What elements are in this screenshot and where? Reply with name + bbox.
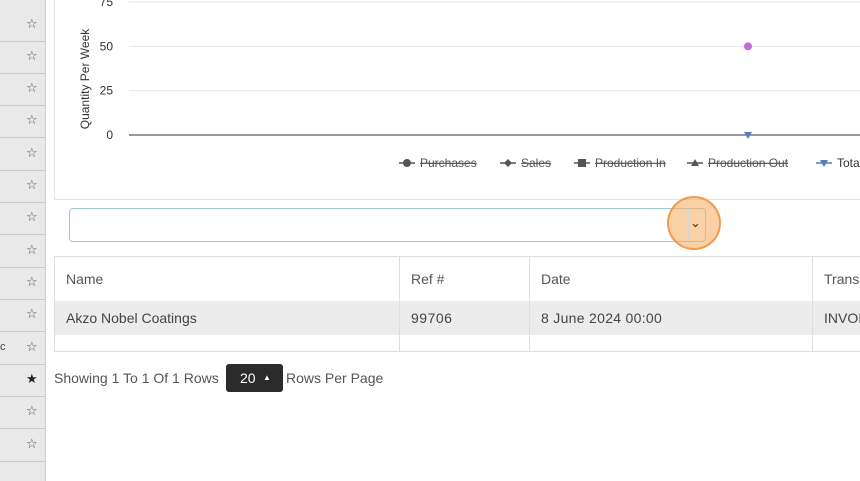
y-tick-label: 50	[100, 39, 114, 53]
chart: 0 25 50 75 Quantity Per Week Purchases Sales Pr…	[78, 0, 860, 170]
pagination-summary: Showing 1 To 1 Of 1 Rows	[54, 370, 219, 386]
sidebar-item[interactable]: ☆	[0, 300, 46, 332]
star-outline-icon[interactable]: ☆	[26, 276, 38, 290]
caret-up-icon: ▲	[263, 373, 271, 382]
star-outline-icon[interactable]: ☆	[26, 18, 38, 32]
sidebar: ☆ ☆ ☆ ☆ ☆ ☆ ☆ ☆ ☆ ☆ c ☆ ★ ☆ ☆	[0, 0, 46, 481]
transactions-table: Name Ref # Date Transa Akzo Nobel Coatin…	[54, 256, 860, 352]
star-outline-icon[interactable]: ☆	[26, 147, 38, 161]
sidebar-item[interactable]: ☆	[0, 430, 46, 462]
column-header-name[interactable]: Name	[55, 257, 400, 301]
legend-marker	[403, 159, 411, 167]
legend-marker	[578, 159, 586, 167]
star-outline-icon[interactable]: ☆	[26, 405, 38, 419]
column-header-ref[interactable]: Ref #	[400, 257, 530, 301]
legend-marker	[504, 159, 512, 167]
table-row	[530, 335, 813, 351]
star-outline-icon[interactable]: ☆	[26, 50, 38, 64]
chevron-down-icon[interactable]: ⌄	[690, 216, 701, 232]
sidebar-item[interactable]: c ☆	[0, 333, 46, 365]
y-tick-label: 25	[100, 84, 114, 98]
rows-per-page-button[interactable]: 20 ▲	[226, 364, 283, 392]
star-outline-icon[interactable]: ☆	[26, 438, 38, 452]
sidebar-item[interactable]: ☆	[0, 139, 46, 171]
sidebar-item[interactable]: ☆	[0, 268, 46, 300]
sidebar-item[interactable]: ☆	[0, 171, 46, 203]
table-row	[55, 335, 400, 351]
star-outline-icon[interactable]: ☆	[26, 244, 38, 258]
sidebar-item[interactable]: ☆	[0, 74, 46, 106]
y-axis-label: Quantity Per Week	[78, 28, 92, 129]
sidebar-item[interactable]: ☆	[0, 203, 46, 235]
column-header-date[interactable]: Date	[530, 257, 813, 301]
legend-item[interactable]: Production Out	[708, 156, 789, 170]
sidebar-item-label: c	[0, 341, 6, 353]
star-outline-icon[interactable]: ☆	[26, 179, 38, 193]
sidebar-item[interactable]: ★	[0, 365, 46, 397]
sidebar-item[interactable]: ☆	[0, 10, 46, 42]
legend-item[interactable]: Purchases	[420, 156, 477, 170]
table-cell-ref[interactable]: 99706	[400, 301, 530, 335]
y-tick-label: 75	[100, 0, 114, 9]
star-outline-icon[interactable]: ☆	[26, 341, 38, 355]
y-tick-label: 0	[106, 128, 113, 142]
sidebar-item[interactable]: ☆	[0, 42, 46, 74]
sidebar-item[interactable]: ☆	[0, 236, 46, 268]
sidebar-item[interactable]: ☆	[0, 397, 46, 429]
rows-per-page-label: Rows Per Page	[286, 370, 384, 386]
legend-item[interactable]: Production In	[595, 156, 666, 170]
chart-panel: 0 25 50 75 Quantity Per Week Purchases Sales Pr…	[54, 0, 860, 200]
star-outline-icon[interactable]: ☆	[26, 211, 38, 225]
sidebar-item[interactable]: ☆	[0, 106, 46, 138]
table-row	[400, 335, 530, 351]
legend-item[interactable]: Sales	[521, 156, 551, 170]
legend-item[interactable]: Tota	[837, 156, 860, 170]
star-outline-icon[interactable]: ☆	[26, 82, 38, 96]
filter-select[interactable]	[69, 208, 706, 242]
column-header-transaction[interactable]: Transa	[813, 257, 860, 301]
table-cell-date[interactable]: 8 June 2024 00:00	[530, 301, 813, 335]
star-outline-icon[interactable]: ☆	[26, 114, 38, 128]
table-cell-name[interactable]: Akzo Nobel Coatings	[55, 301, 400, 335]
rows-per-page-value: 20	[240, 370, 256, 386]
data-point	[744, 42, 752, 51]
star-filled-icon[interactable]: ★	[26, 373, 38, 387]
table-cell-transaction[interactable]: INVOIC	[813, 301, 860, 335]
star-outline-icon[interactable]: ☆	[26, 308, 38, 322]
